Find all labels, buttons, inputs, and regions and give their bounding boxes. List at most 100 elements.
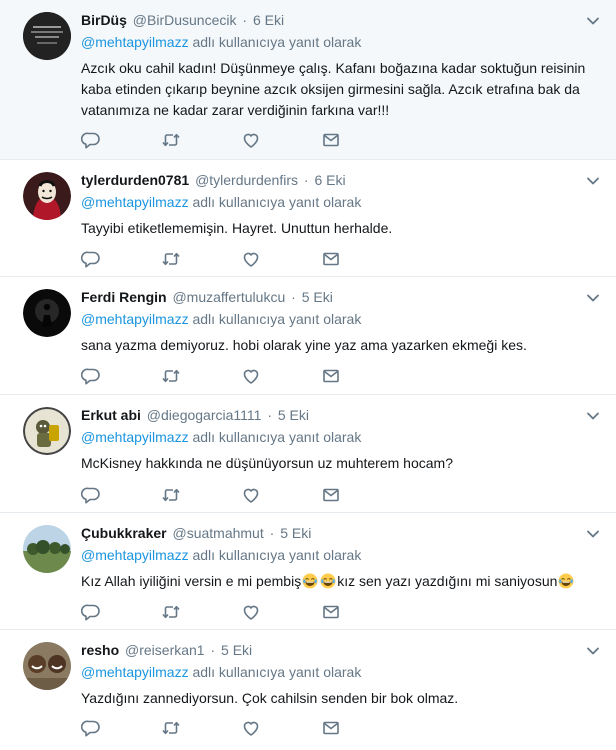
envelope-icon[interactable]: [321, 718, 341, 738]
mention-link[interactable]: @mehtapyilmazz: [81, 547, 189, 563]
tweet[interactable]: Erkut abi @diegogarcia1111 · 5 Eki @meht…: [0, 395, 616, 513]
tweet-header: Erkut abi @diegogarcia1111 · 5 Eki: [81, 405, 596, 425]
tweet-text: Tayyibi etiketlememişin. Hayret. Unuttun…: [81, 220, 393, 236]
reply-icon[interactable]: [81, 249, 101, 269]
tweet-header: resho @reiserkan1 · 5 Eki: [81, 640, 596, 660]
envelope-icon[interactable]: [321, 485, 341, 505]
avatar[interactable]: [23, 525, 71, 573]
author-handle[interactable]: @diegogarcia1111: [147, 407, 262, 423]
tweet-content: BirDüş @BirDusuncecik · 6 Eki @mehtapyil…: [81, 10, 596, 121]
author-name[interactable]: Erkut abi: [81, 407, 141, 423]
reply-icon[interactable]: [81, 130, 101, 150]
chevron-down-icon[interactable]: [584, 172, 602, 190]
tweet-actions: [81, 718, 381, 738]
tweet-text: Kız Allah iyiliğini versin e mi pembiş kı…: [81, 571, 596, 592]
reply-context-label: adlı kullanıcıya yanıt olarak: [192, 664, 362, 680]
separator-dot: ·: [242, 12, 248, 28]
retweet-icon[interactable]: [161, 485, 181, 505]
avatar[interactable]: [23, 407, 71, 455]
tweet-content: Ferdi Rengin @muzaffertulukcu · 5 Eki @m…: [81, 287, 596, 356]
tweet-actions: [81, 602, 381, 622]
tweet-date[interactable]: 6 Eki: [314, 172, 345, 188]
tweet[interactable]: Ferdi Rengin @muzaffertulukcu · 5 Eki @m…: [0, 277, 616, 395]
reply-icon[interactable]: [81, 718, 101, 738]
mention-link[interactable]: @mehtapyilmazz: [81, 34, 189, 50]
separator-dot: ·: [291, 289, 296, 305]
tweet[interactable]: Çubukkraker @suatmahmut · 5 Eki @mehtapy…: [0, 513, 616, 630]
chevron-down-icon[interactable]: [584, 525, 602, 543]
tweet[interactable]: BirDüş @BirDusuncecik · 6 Eki @mehtapyil…: [0, 0, 616, 160]
author-name[interactable]: tylerdurden0781: [81, 172, 189, 188]
tweet-content: Çubukkraker @suatmahmut · 5 Eki @mehtapy…: [81, 523, 596, 592]
envelope-icon[interactable]: [321, 366, 341, 386]
reply-feed: BirDüş @BirDusuncecik · 6 Eki @mehtapyil…: [0, 0, 616, 750]
chevron-down-icon[interactable]: [584, 642, 602, 660]
tweet[interactable]: resho @reiserkan1 · 5 Eki @mehtapyilmazz…: [0, 630, 616, 750]
reply-icon[interactable]: [81, 602, 101, 622]
tweet-header: BirDüş @BirDusuncecik · 6 Eki: [81, 10, 596, 30]
envelope-icon[interactable]: [321, 249, 341, 269]
reply-context: @mehtapyilmazz adlı kullanıcıya yanıt ol…: [81, 545, 596, 565]
tweet-content: tylerdurden0781 @tylerdurdenfirs · 6 Eki…: [81, 170, 596, 239]
tweet-date[interactable]: 5 Eki: [302, 289, 333, 305]
tweet-text: sana yazma demiyoruz. hobi olarak yine y…: [81, 337, 527, 353]
tweet-date[interactable]: 5 Eki: [280, 525, 311, 541]
envelope-icon[interactable]: [321, 602, 341, 622]
tweet-text: Azcık oku cahil kadın! Düşünmeye çalış. …: [81, 60, 586, 118]
reply-icon[interactable]: [81, 366, 101, 386]
retweet-icon[interactable]: [161, 366, 181, 386]
chevron-down-icon[interactable]: [584, 407, 602, 425]
author-handle[interactable]: @reiserkan1: [125, 642, 205, 658]
envelope-icon[interactable]: [321, 130, 341, 150]
avatar[interactable]: [23, 642, 71, 690]
retweet-icon[interactable]: [161, 602, 181, 622]
reply-context-label: adlı kullanıcıya yanıt olarak: [192, 311, 362, 327]
author-name[interactable]: resho: [81, 642, 119, 658]
author-name[interactable]: Ferdi Rengin: [81, 289, 167, 305]
heart-icon[interactable]: [241, 130, 261, 150]
retweet-icon[interactable]: [161, 130, 181, 150]
avatar[interactable]: [23, 12, 71, 60]
reply-context-label: adlı kullanıcıya yanıt olarak: [192, 547, 362, 563]
tweet-date[interactable]: 5 Eki: [221, 642, 252, 658]
tweet-date[interactable]: 6 Eki: [253, 12, 284, 28]
heart-icon[interactable]: [241, 249, 261, 269]
mention-link[interactable]: @mehtapyilmazz: [81, 311, 189, 327]
separator-dot: ·: [269, 525, 275, 541]
author-handle[interactable]: @muzaffertulukcu: [172, 289, 285, 305]
avatar[interactable]: [23, 289, 71, 337]
laughing-tears-emoji-icon: [302, 573, 318, 589]
heart-icon[interactable]: [241, 485, 261, 505]
heart-icon[interactable]: [241, 366, 261, 386]
tweet-date[interactable]: 5 Eki: [278, 407, 309, 423]
retweet-icon[interactable]: [161, 249, 181, 269]
author-name[interactable]: Çubukkraker: [81, 525, 167, 541]
author-handle[interactable]: @suatmahmut: [172, 525, 263, 541]
tweet-actions: [81, 130, 381, 150]
laughing-tears-emoji-icon: [320, 573, 336, 589]
chevron-down-icon[interactable]: [584, 289, 602, 307]
chevron-down-icon[interactable]: [584, 12, 602, 30]
retweet-icon[interactable]: [161, 718, 181, 738]
heart-icon[interactable]: [241, 718, 261, 738]
reply-context-label: adlı kullanıcıya yanıt olarak: [192, 194, 362, 210]
reply-context: @mehtapyilmazz adlı kullanıcıya yanıt ol…: [81, 662, 596, 682]
avatar[interactable]: [23, 172, 71, 220]
heart-icon[interactable]: [241, 602, 261, 622]
tweet-text-part: Kız Allah iyiliğini versin e mi pembiş: [81, 573, 302, 589]
mention-link[interactable]: @mehtapyilmazz: [81, 664, 189, 680]
tweet-text-part: kız sen yazı yazdığını mi saniyosun: [337, 573, 558, 589]
tweet-content: resho @reiserkan1 · 5 Eki @mehtapyilmazz…: [81, 640, 596, 709]
reply-context-label: adlı kullanıcıya yanıt olarak: [192, 429, 362, 445]
tweet-header: tylerdurden0781 @tylerdurdenfirs · 6 Eki: [81, 170, 596, 190]
reply-context: @mehtapyilmazz adlı kullanıcıya yanıt ol…: [81, 32, 596, 52]
tweet-header: Çubukkraker @suatmahmut · 5 Eki: [81, 523, 596, 543]
author-name[interactable]: BirDüş: [81, 12, 127, 28]
tweet[interactable]: tylerdurden0781 @tylerdurdenfirs · 6 Eki…: [0, 160, 616, 277]
author-handle[interactable]: @tylerdurdenfirs: [195, 172, 298, 188]
reply-context-label: adlı kullanıcıya yanıt olarak: [192, 34, 362, 50]
mention-link[interactable]: @mehtapyilmazz: [81, 429, 189, 445]
mention-link[interactable]: @mehtapyilmazz: [81, 194, 189, 210]
author-handle[interactable]: @BirDusuncecik: [133, 12, 237, 28]
reply-icon[interactable]: [81, 485, 101, 505]
